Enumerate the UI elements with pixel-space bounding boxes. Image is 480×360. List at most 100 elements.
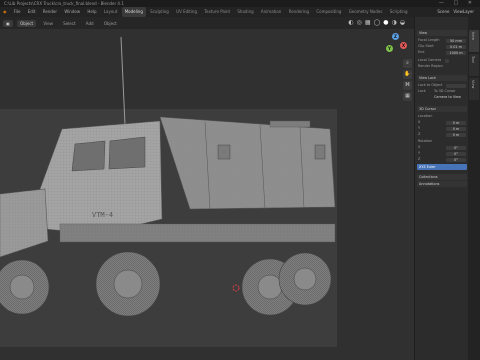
blender-logo-icon[interactable]: ◉	[0, 7, 10, 17]
menu-file[interactable]: File	[11, 7, 24, 17]
lock-object-field[interactable]	[446, 83, 466, 88]
rotation-x-field[interactable]: 0°	[446, 145, 466, 150]
tab-tool[interactable]: Tool	[469, 54, 479, 76]
workspace-tab-shading[interactable]: Shading	[234, 7, 256, 17]
select-menu[interactable]: Select	[60, 20, 78, 27]
annotations-panel-header[interactable]: Annotations	[417, 181, 467, 187]
workspace-tab-geometry-nodes[interactable]: Geometry Nodes	[346, 7, 386, 17]
rotation-y-row: Y 0°	[418, 151, 467, 156]
workspace-tab-layout[interactable]: Layout	[101, 7, 121, 17]
menu-window[interactable]: Window	[61, 7, 83, 17]
viewport-shading-controls[interactable]: ◐◎▦◯●◑◒	[348, 17, 408, 29]
3d-viewport[interactable]: VTM-4 X Z Y ⌕ ✋ ⌘ ▦	[0, 29, 414, 360]
focal-length-field[interactable]: 50 mm	[446, 38, 466, 43]
menu-edit[interactable]: Edit	[25, 7, 39, 17]
workspace-tab-scripting[interactable]: Scripting	[387, 7, 411, 17]
gizmo-y-axis[interactable]: Y	[386, 45, 393, 52]
material-shading-icon[interactable]: ◑	[392, 19, 400, 26]
clip-end-row: End 1000 m	[418, 50, 467, 55]
rotation-x-label: X	[418, 145, 421, 149]
visibility-icon[interactable]: ◐	[348, 19, 356, 26]
wireframe-shading-icon[interactable]: ◯	[374, 19, 384, 26]
render-region-row[interactable]: Render Region	[418, 64, 467, 69]
wheel-front-left	[0, 259, 50, 315]
cursor-x-row: X 0 m	[418, 120, 467, 125]
box-hatch	[217, 144, 231, 160]
camera-to-view-checkbox[interactable]: Camera to View	[434, 95, 461, 100]
to-3d-cursor-checkbox[interactable]: To 3D Cursor	[434, 89, 456, 94]
add-menu[interactable]: Add	[83, 20, 97, 27]
view-layer-label[interactable]: ViewLayer	[453, 9, 474, 14]
rotation-y-label: Y	[418, 151, 421, 155]
wheel-rear	[278, 252, 332, 306]
workspace-tab-uv-editing[interactable]: UV Editing	[173, 7, 200, 17]
menu-render[interactable]: Render	[40, 7, 60, 17]
solid-shading-icon[interactable]: ●	[383, 19, 391, 26]
workspace-tab-rendering[interactable]: Rendering	[286, 7, 312, 17]
tab-item-label: Item	[471, 32, 475, 40]
cursor-x-label: X	[418, 120, 421, 124]
rotation-z-label: Z	[418, 157, 421, 161]
workspace-tab-sculpting[interactable]: Sculpting	[147, 7, 172, 17]
overlay-icon[interactable]: ◎	[357, 19, 365, 26]
local-camera-label: Local Camera	[418, 58, 442, 62]
lock-cursor-row[interactable]: Lock To 3D Cursor	[418, 89, 467, 94]
local-camera-row[interactable]: Local Camera	[418, 58, 467, 63]
cursor-x-field[interactable]: 0 m	[446, 120, 466, 125]
zoom-icon[interactable]: ⌕	[403, 59, 412, 68]
scene-selector[interactable]: Scene ViewLayer	[437, 7, 474, 17]
gizmo-z-axis[interactable]: Z	[392, 33, 399, 40]
rotation-z-field[interactable]: 0°	[446, 157, 466, 162]
mode-dropdown[interactable]: Object	[17, 19, 37, 27]
rotation-mode-dropdown[interactable]: XYZ Euler	[417, 164, 467, 170]
pan-hand-icon[interactable]: ✋	[403, 70, 412, 79]
view-lock-panel-header[interactable]: View Lock	[417, 75, 467, 81]
camera-view-icon[interactable]: ⌘	[403, 81, 412, 90]
rendered-shading-icon[interactable]: ◒	[400, 19, 408, 26]
chassis-wireframe	[60, 224, 335, 242]
truck-model[interactable]: VTM-4	[0, 29, 414, 360]
location-label: Location	[418, 114, 433, 118]
lock-object-label: Lock to Object	[418, 83, 443, 87]
workspace-tab-compositing[interactable]: Compositing	[313, 7, 344, 17]
antenna	[120, 36, 126, 126]
tab-item[interactable]: Item	[469, 30, 479, 52]
gizmo-x-axis[interactable]: X	[400, 42, 407, 49]
grid-view-icon[interactable]: ▦	[403, 92, 412, 101]
clip-start-field[interactable]: 0.01 m	[446, 44, 466, 49]
xray-icon[interactable]: ▦	[365, 19, 374, 26]
rotation-y-field[interactable]: 0°	[446, 151, 466, 156]
roof-rack	[269, 120, 311, 128]
clip-end-field[interactable]: 1000 m	[446, 50, 466, 55]
close-button[interactable]: ✕	[468, 0, 476, 6]
view-menu[interactable]: View	[40, 20, 56, 27]
local-camera-checkbox[interactable]	[445, 58, 449, 63]
workspace-tab-modeling[interactable]: Modeling	[121, 7, 146, 17]
workspace-tab-animation[interactable]: Animation	[258, 7, 284, 17]
camera-to-view-row[interactable]: Camera to View	[418, 95, 467, 100]
maximize-button[interactable]: □	[453, 0, 462, 6]
minimize-button[interactable]: —	[439, 0, 448, 6]
menu-help[interactable]: Help	[84, 7, 99, 17]
window-controls[interactable]: — □ ✕	[439, 0, 476, 7]
focal-length-row: Focal Length 50 mm	[418, 38, 467, 43]
cursor-z-field[interactable]: 0 m	[446, 132, 466, 137]
cursor-z-row: Z 0 m	[418, 132, 467, 137]
workspace-tab-texture-paint[interactable]: Texture Paint	[201, 7, 233, 17]
view-panel-header[interactable]: View	[417, 30, 467, 36]
wheel-front	[95, 251, 161, 317]
editor-type-icon[interactable]: ▣	[3, 19, 13, 27]
rotation-x-row: X 0°	[418, 145, 467, 150]
collections-panel-header[interactable]: Collections	[417, 174, 467, 180]
clip-start-label: Clip Start	[418, 44, 434, 48]
object-menu[interactable]: Object	[101, 20, 120, 27]
focal-length-label: Focal Length	[418, 38, 440, 42]
navigation-gizmo[interactable]: X Z Y	[382, 33, 408, 59]
cursor-y-field[interactable]: 0 m	[446, 126, 466, 131]
tab-view[interactable]: View	[469, 78, 479, 100]
viewport-header: ▣ Object View Select Add Object ◐◎▦◯●◑◒	[0, 17, 414, 29]
lock-label: Lock	[418, 89, 426, 93]
scene-label[interactable]: Scene	[437, 9, 449, 14]
3d-cursor-panel-header[interactable]: 3D Cursor	[417, 106, 467, 112]
cursor-z-label: Z	[418, 132, 421, 136]
